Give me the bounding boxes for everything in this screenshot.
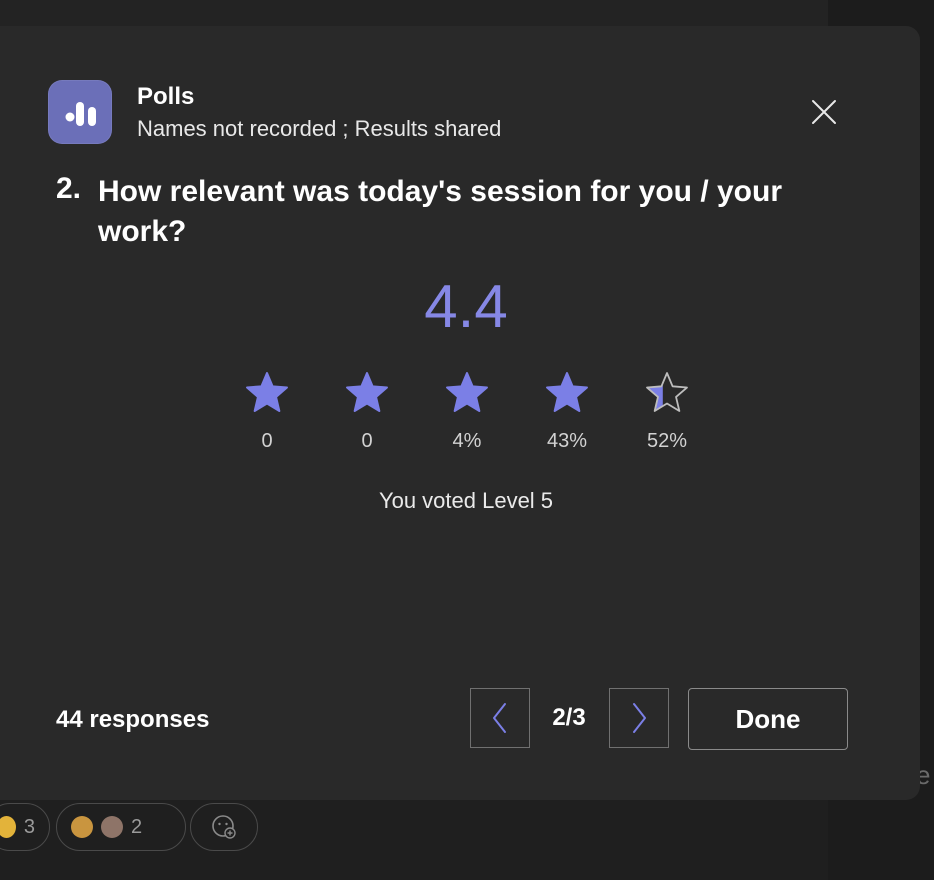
reaction-laugh[interactable]: 3 [0, 803, 50, 851]
rating-percent: 43% [546, 430, 588, 452]
rating-column-4: 43% [527, 370, 607, 453]
rating-percent: 4% [452, 430, 482, 452]
reaction-count: 3 [23, 815, 35, 838]
page-indicator: 2/3 [552, 704, 586, 731]
poll-results-card: Polls Names not recorded ; Results share… [0, 26, 920, 800]
reaction-count: 2 [131, 815, 143, 838]
thumbs-up-emoji-icon [101, 816, 123, 838]
rating-column-3: 4% [427, 370, 507, 453]
previous-question-button[interactable] [470, 688, 530, 748]
chevron-right-icon [633, 703, 646, 733]
laugh-emoji-icon [0, 816, 16, 838]
rating-percent: 0 [261, 430, 273, 452]
done-button[interactable]: Done [688, 688, 848, 750]
app-title: Polls [137, 83, 195, 110]
close-button[interactable] [806, 94, 842, 130]
rating-column-5: 52% [627, 370, 707, 453]
star-icon [446, 372, 488, 412]
bar-chart-icon [48, 80, 112, 144]
question-number: 2. [56, 172, 82, 205]
thumbs-up-emoji-icon [71, 816, 93, 838]
star-icon [546, 372, 588, 412]
response-count: 44 responses [56, 706, 210, 733]
rating-column-1: 0 [227, 370, 307, 453]
chevron-left-icon [493, 703, 506, 733]
average-rating: 4.4 [424, 273, 508, 340]
poll-settings-subtitle: Names not recorded ; Results shared [137, 116, 502, 141]
rating-percent: 52% [646, 430, 688, 452]
your-vote-text: You voted Level 5 [378, 488, 554, 513]
question-text: How relevant was today's session for you… [98, 175, 782, 248]
add-reaction-button[interactable] [190, 803, 258, 851]
close-icon [812, 100, 836, 124]
next-question-button[interactable] [609, 688, 669, 748]
add-reaction-icon [212, 815, 236, 839]
background-top-strip [0, 0, 828, 26]
rating-percent: 0 [361, 430, 373, 452]
star-icon [246, 372, 288, 412]
rating-column-2: 0 [327, 370, 407, 453]
star-icon [346, 372, 388, 412]
partial-star-icon [646, 372, 688, 412]
reaction-thumbs-up[interactable]: 2 [56, 803, 186, 851]
